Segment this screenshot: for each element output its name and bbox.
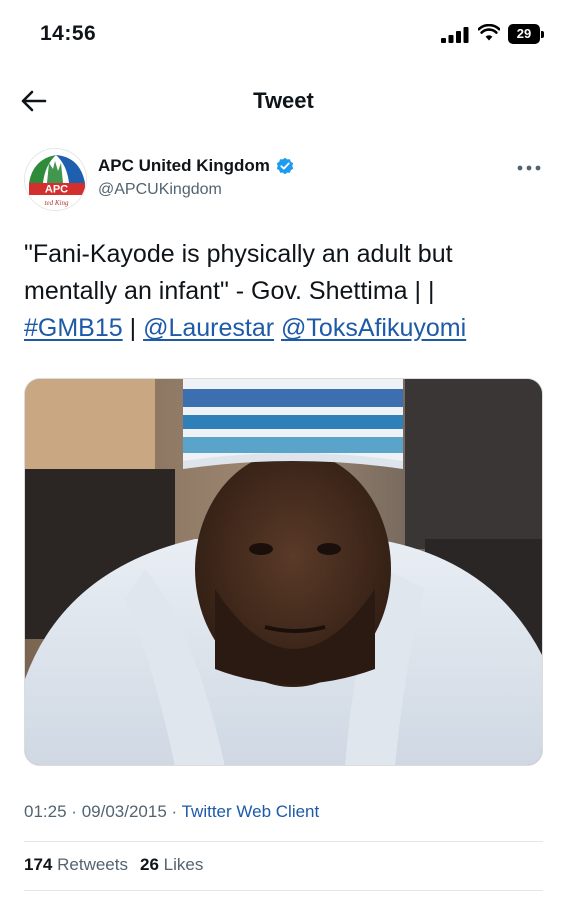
apc-logo: APC ted King xyxy=(25,149,86,210)
meta-separator: · xyxy=(171,802,178,821)
retweets-label: Retweets xyxy=(57,855,128,874)
photo-image xyxy=(25,379,542,765)
verified-badge-icon xyxy=(276,157,293,175)
tweet-text: "Fani-Kayode is physically an adult but … xyxy=(24,236,544,347)
mention-link[interactable]: @ToksAfikuyomi xyxy=(281,314,466,342)
tweet-meta: 01:25 · 09/03/2015 · Twitter Web Client xyxy=(24,802,319,822)
tweet-text-line: "Fani-Kayode is physically an adult but xyxy=(24,240,453,268)
separator: | xyxy=(129,314,137,342)
battery-level: 29 xyxy=(508,24,540,44)
tweet-date: 09/03/2015 xyxy=(81,802,167,821)
status-bar: 14:56 29 xyxy=(0,0,567,70)
page-title: Tweet xyxy=(253,88,314,113)
author-name-text: APC United Kingdom xyxy=(98,156,270,175)
likes-stat[interactable]: 26 Likes xyxy=(140,855,203,875)
tweet-client-link[interactable]: Twitter Web Client xyxy=(182,802,320,821)
likes-label: Likes xyxy=(163,855,204,874)
battery-icon: 29 xyxy=(508,24,544,44)
likes-count: 26 xyxy=(139,855,159,874)
divider xyxy=(24,841,543,842)
tweet-author: APC ted King APC United Kingdom @APCUKin… xyxy=(24,148,544,212)
tweet-photo[interactable] xyxy=(24,378,543,766)
tweet-stats: 174 Retweets 26 Likes xyxy=(24,855,203,875)
wifi-icon xyxy=(478,24,500,41)
meta-separator: · xyxy=(71,802,77,821)
tweet-links-line: #GMB15 | @Laurestar @ToksAfikuyomi xyxy=(24,310,544,347)
status-time: 14:56 xyxy=(40,22,97,45)
retweets-count: 174 xyxy=(24,855,53,874)
signal-icon xyxy=(441,27,469,43)
svg-text:ted King: ted King xyxy=(45,199,69,207)
tweet-time: 01:25 xyxy=(24,802,67,821)
retweets-stat[interactable]: 174 Retweets xyxy=(24,855,128,875)
mention-link[interactable]: @Laurestar xyxy=(143,314,274,342)
tweet-text-line: mentally an infant" - Gov. Shettima | | xyxy=(24,277,435,305)
top-bar: Tweet xyxy=(0,72,567,132)
author-handle[interactable]: @APCUKingdom xyxy=(98,181,222,199)
author-name[interactable]: APC United Kingdom xyxy=(98,156,294,176)
divider xyxy=(24,890,543,891)
svg-text:APC: APC xyxy=(45,184,68,196)
hashtag-link[interactable]: #GMB15 xyxy=(24,314,123,342)
more-horizontal-icon[interactable] xyxy=(514,158,544,178)
avatar[interactable]: APC ted King xyxy=(24,148,87,211)
